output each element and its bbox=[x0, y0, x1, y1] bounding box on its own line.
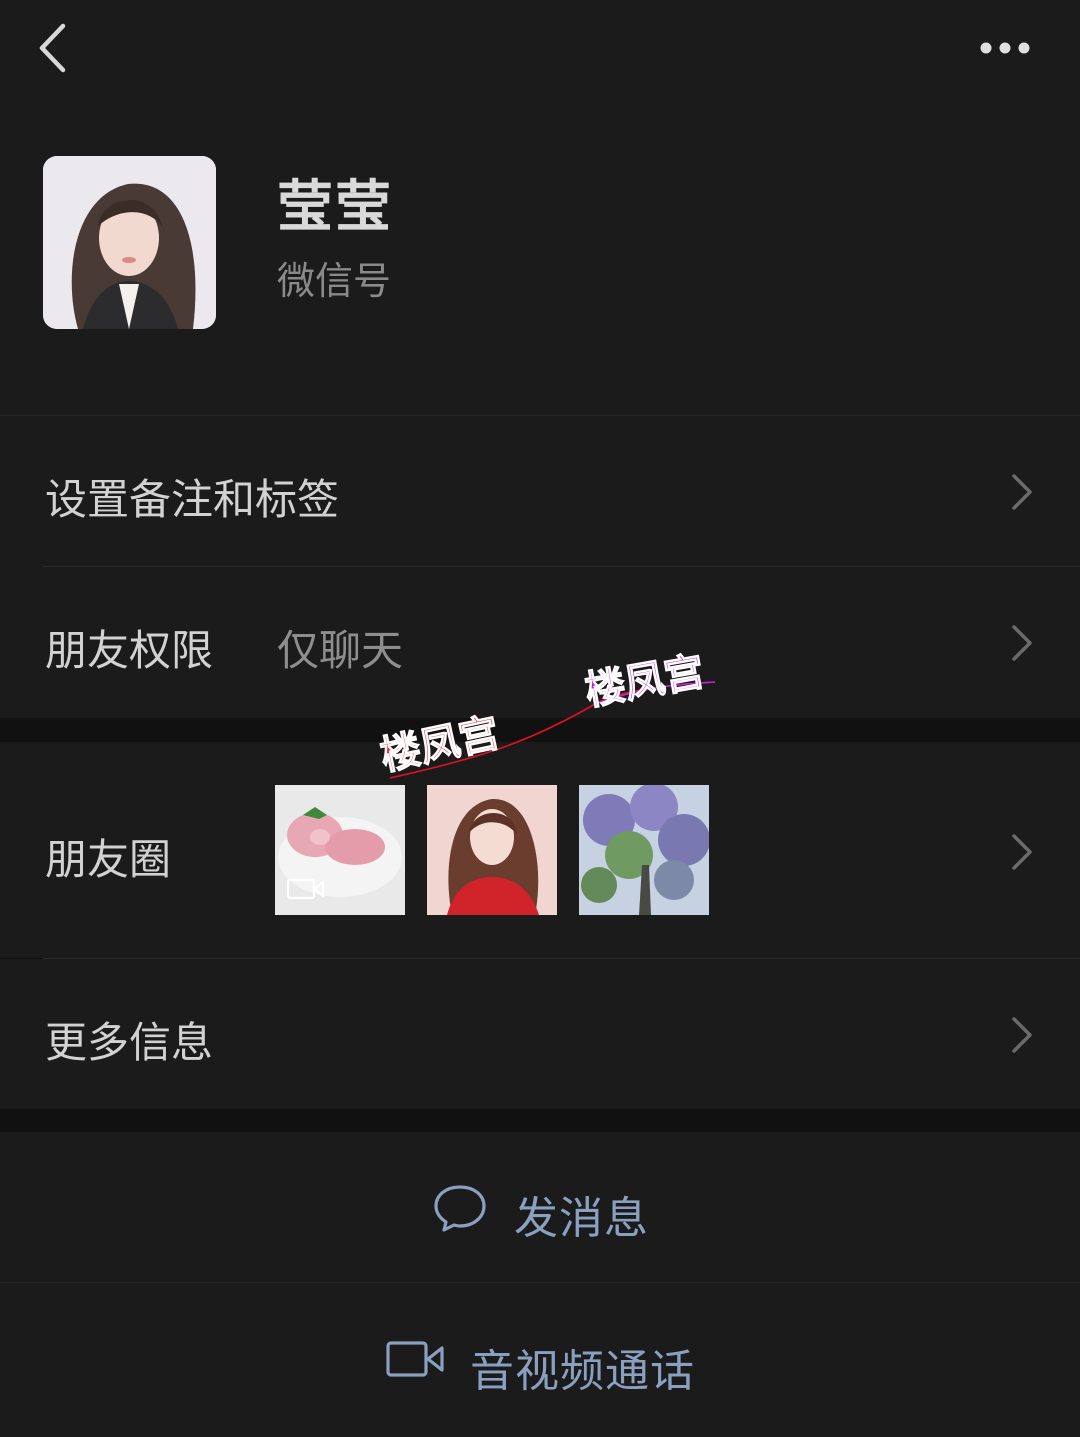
cell-more-info[interactable]: 更多信息 bbox=[0, 959, 1080, 1109]
chat-bubble-icon bbox=[434, 1185, 486, 1232]
cell-remark-tags[interactable]: 设置备注和标签 bbox=[0, 416, 1080, 567]
moments-thumbnail[interactable] bbox=[275, 785, 405, 915]
video-call-label: 音视频通话 bbox=[470, 1346, 695, 1397]
contact-name: 莹莹 bbox=[277, 175, 393, 240]
profile-header: 莹莹 微信号 bbox=[0, 100, 1080, 415]
chevron-left-icon bbox=[39, 23, 66, 73]
avatar[interactable] bbox=[43, 156, 216, 329]
wechat-id-label: 微信号 bbox=[277, 259, 392, 303]
watermark-text: 楼凤宫 bbox=[582, 650, 708, 714]
send-message-label: 发消息 bbox=[514, 1193, 649, 1244]
moments-thumbnail[interactable] bbox=[427, 785, 557, 915]
send-message-button[interactable]: 发消息 bbox=[0, 1132, 1080, 1282]
video-camera-icon bbox=[386, 1341, 444, 1377]
chevron-right-icon bbox=[1012, 625, 1032, 661]
top-bar bbox=[0, 0, 1080, 100]
more-button[interactable] bbox=[970, 30, 1040, 66]
cell-label: 朋友权限 bbox=[45, 626, 214, 675]
more-dots-icon bbox=[980, 42, 1030, 54]
cell-label: 更多信息 bbox=[45, 1018, 214, 1067]
chevron-right-icon bbox=[1012, 474, 1032, 510]
chevron-right-icon bbox=[1012, 1017, 1032, 1053]
contact-profile-page: 莹莹 微信号 设置备注和标签 朋友权限 仅聊天 朋友圈 更多信息 发消息 音视频… bbox=[0, 0, 1080, 1437]
watermark-text: 楼凤宫 bbox=[377, 711, 504, 779]
video-call-button[interactable]: 音视频通话 bbox=[0, 1283, 1080, 1437]
moments-photo bbox=[427, 785, 557, 915]
moments-photo bbox=[579, 785, 709, 915]
chevron-right-icon bbox=[1012, 834, 1032, 870]
moments-thumbnail[interactable] bbox=[579, 785, 709, 915]
cell-label: 设置备注和标签 bbox=[45, 475, 340, 524]
back-button[interactable] bbox=[30, 18, 80, 78]
cell-label: 朋友圈 bbox=[45, 835, 172, 884]
avatar-photo bbox=[43, 156, 216, 329]
watermark: 楼凤宫 楼凤宫 bbox=[376, 649, 716, 779]
video-camera-icon bbox=[286, 878, 325, 900]
